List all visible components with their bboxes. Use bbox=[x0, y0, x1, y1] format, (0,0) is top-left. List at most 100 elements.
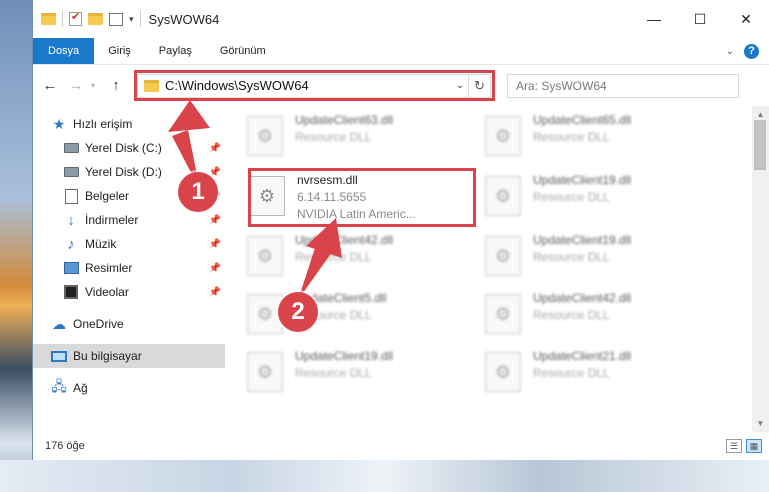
desktop-background bbox=[0, 0, 32, 492]
chevron-down-icon[interactable]: ▾ bbox=[129, 14, 134, 25]
list-item[interactable]: ⚙ UpdateClient19.dll Resource DLL bbox=[485, 172, 705, 228]
sidebar-item-label: Ağ bbox=[73, 381, 88, 395]
tab-share[interactable]: Paylaş bbox=[145, 38, 206, 64]
tab-view[interactable]: Görünüm bbox=[206, 38, 280, 64]
list-item[interactable]: ⚙ UpdateClient63.dll Resource DLL bbox=[247, 112, 467, 168]
address-dropdown-icon[interactable]: ⌄ bbox=[452, 80, 468, 91]
file-type: Resource DLL bbox=[295, 250, 372, 264]
file-type: Resource DLL bbox=[533, 366, 610, 380]
sidebar-item-network[interactable]: 🖧 Ağ bbox=[33, 376, 225, 400]
sidebar-item-label: Yerel Disk (D:) bbox=[85, 165, 162, 179]
list-item[interactable]: ⚙ UpdateClient42.dll Resource DLL bbox=[485, 290, 705, 346]
quick-access-toolbar: ▾ bbox=[33, 10, 141, 27]
file-name: UpdateClient63.dll bbox=[295, 113, 394, 127]
minimize-button[interactable]: — bbox=[631, 0, 677, 38]
file-name: UpdateClient65.dll bbox=[533, 113, 632, 127]
folder-icon bbox=[144, 79, 159, 92]
properties-check-icon[interactable] bbox=[69, 10, 82, 26]
maximize-button[interactable]: ☐ bbox=[677, 0, 723, 38]
list-item[interactable]: ⚙ UpdateClient21.dll Resource DLL bbox=[485, 348, 705, 404]
list-item[interactable]: ⚙ UpdateClient65.dll Resource DLL bbox=[485, 112, 705, 168]
scrollbar-thumb[interactable] bbox=[754, 120, 766, 170]
address-path[interactable]: C:\Windows\SysWOW64 bbox=[165, 78, 452, 93]
expand-ribbon-chevron-icon[interactable]: ⌄ bbox=[726, 46, 734, 57]
pin-icon: 📌 bbox=[208, 142, 221, 154]
file-name: UpdateClient19.dll bbox=[533, 233, 632, 247]
address-bar[interactable]: C:\Windows\SysWOW64 ⌄ ↻ bbox=[137, 73, 491, 98]
file-version: 6.14.11.5655 bbox=[297, 190, 367, 204]
file-list: ⚙ UpdateClient63.dll Resource DLL ⚙ Upda… bbox=[225, 106, 739, 432]
file-name: UpdateClient19.dll bbox=[295, 349, 394, 363]
callout-2: 2 bbox=[278, 292, 318, 332]
file-type: Resource DLL bbox=[533, 308, 610, 322]
file-name: UpdateClient42.dll bbox=[533, 291, 632, 305]
dll-file-icon: ⚙ bbox=[247, 236, 283, 276]
navigation-bar: ← → ▾ ↑ C:\Windows\SysWOW64 ⌄ ↻ Ara: Sys… bbox=[33, 64, 769, 106]
file-type: Resource DLL bbox=[533, 190, 610, 204]
dll-file-icon: ⚙ bbox=[485, 236, 521, 276]
sidebar-item-quick-access[interactable]: ★ Hızlı erişim bbox=[33, 112, 225, 136]
star-icon: ★ bbox=[52, 115, 66, 132]
file-type: Resource DLL bbox=[295, 130, 372, 144]
tab-home[interactable]: Giriş bbox=[94, 38, 145, 64]
forward-button[interactable]: → bbox=[65, 75, 87, 97]
list-item-nvrsesm-dll[interactable]: ⚙ nvrsesm.dll 6.14.11.5655 NVIDIA Latin … bbox=[249, 172, 469, 228]
list-item[interactable]: ⚙ UpdateClient19.dll Resource DLL bbox=[485, 232, 705, 288]
sidebar-item-label: Müzik bbox=[85, 237, 117, 251]
sidebar-item-label: Bu bilgisayar bbox=[73, 349, 142, 363]
file-company: NVIDIA Latin Americ... bbox=[297, 207, 416, 221]
cloud-icon: ☁ bbox=[52, 315, 66, 332]
file-name: UpdateClient19.dll bbox=[533, 173, 632, 187]
pin-icon: 📌 bbox=[208, 262, 221, 274]
sidebar-item-local-disk-c[interactable]: Yerel Disk (C:) 📌 bbox=[33, 136, 225, 160]
file-type: Resource DLL bbox=[295, 366, 372, 380]
folder-icon bbox=[41, 13, 56, 25]
ribbon-tabs: Dosya Giriş Paylaş Görünüm ⌄ ? bbox=[33, 38, 769, 64]
customize-icon[interactable] bbox=[109, 12, 123, 26]
item-count: 176 öğe bbox=[45, 440, 85, 452]
dll-file-icon: ⚙ bbox=[247, 116, 283, 156]
tab-file[interactable]: Dosya bbox=[33, 38, 95, 64]
sidebar-item-pictures[interactable]: Resimler 📌 bbox=[33, 256, 225, 280]
dll-file-icon: ⚙ bbox=[249, 176, 285, 216]
window-title: SysWOW64 bbox=[148, 11, 220, 27]
large-icons-view-icon[interactable]: ▦ bbox=[746, 439, 762, 453]
search-input[interactable]: Ara: SysWOW64 bbox=[507, 73, 739, 98]
recent-locations-chevron-icon[interactable]: ▾ bbox=[91, 81, 101, 90]
computer-icon bbox=[51, 350, 67, 362]
sidebar-item-label: Belgeler bbox=[85, 189, 130, 203]
file-name: UpdateClient42.dll bbox=[295, 233, 394, 247]
sidebar-item-music[interactable]: ♪ Müzik 📌 bbox=[33, 232, 225, 256]
dll-file-icon: ⚙ bbox=[485, 352, 521, 392]
scroll-down-icon[interactable]: ▼ bbox=[752, 415, 769, 432]
up-button[interactable]: ↑ bbox=[105, 75, 127, 97]
refresh-icon[interactable]: ↻ bbox=[468, 74, 490, 97]
toolbar-divider bbox=[62, 11, 63, 27]
back-button[interactable]: ← bbox=[39, 75, 61, 97]
dll-file-icon: ⚙ bbox=[485, 116, 521, 156]
drive-icon bbox=[63, 143, 79, 153]
sidebar-item-videos[interactable]: Videolar 📌 bbox=[33, 280, 225, 304]
network-icon: 🖧 bbox=[51, 378, 67, 394]
new-folder-icon[interactable] bbox=[88, 13, 103, 25]
list-item[interactable]: ⚙ UpdateClient19.dll Resource DLL bbox=[247, 348, 467, 404]
dll-file-icon: ⚙ bbox=[485, 294, 521, 334]
sidebar-item-label: Resimler bbox=[85, 261, 133, 275]
sidebar-item-label: Yerel Disk (C:) bbox=[85, 141, 162, 155]
file-type: Resource DLL bbox=[533, 250, 610, 264]
file-name: UpdateClient21.dll bbox=[533, 349, 632, 363]
vertical-scrollbar[interactable]: ▲ ▼ bbox=[752, 106, 769, 432]
videos-icon bbox=[64, 285, 78, 299]
dll-file-icon: ⚙ bbox=[485, 176, 521, 216]
file-explorer-window: ▾ SysWOW64 — ☐ ✕ Dosya Giriş Paylaş Görü… bbox=[32, 0, 769, 460]
list-item[interactable]: ⚙ UpdateClient42.dll Resource DLL bbox=[247, 232, 467, 288]
help-icon[interactable]: ? bbox=[744, 43, 759, 59]
title-bar: ▾ SysWOW64 — ☐ ✕ bbox=[33, 0, 769, 38]
details-view-icon[interactable]: ☰ bbox=[726, 439, 742, 453]
dll-file-icon: ⚙ bbox=[247, 352, 283, 392]
sidebar-item-this-pc[interactable]: Bu bilgisayar bbox=[33, 344, 225, 368]
close-button[interactable]: ✕ bbox=[723, 0, 769, 38]
sidebar-item-onedrive[interactable]: ☁ OneDrive bbox=[33, 312, 225, 336]
music-icon: ♪ bbox=[67, 235, 75, 253]
status-bar: 176 öğe ☰ ▦ bbox=[33, 432, 769, 460]
